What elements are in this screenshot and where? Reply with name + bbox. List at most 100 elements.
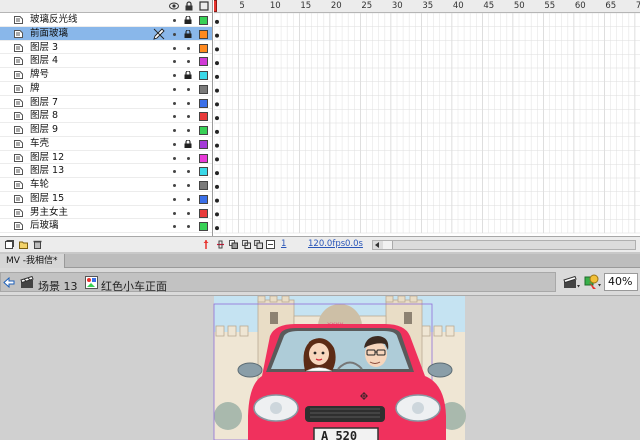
current-frame-field[interactable]: 1	[281, 239, 286, 249]
layer-row[interactable]: 牌号	[0, 68, 212, 82]
breadcrumb-symbol[interactable]: 红色小车正面	[101, 278, 167, 294]
layer-outline-color[interactable]	[199, 29, 208, 39]
visibility-toggle[interactable]	[173, 19, 176, 22]
lock-toggle[interactable]	[187, 115, 190, 119]
layer-name[interactable]: 牌号	[30, 68, 49, 82]
lock-toggle[interactable]	[187, 60, 190, 64]
frame-row[interactable]	[214, 54, 640, 68]
keyframe[interactable]	[215, 226, 219, 231]
visibility-toggle[interactable]	[173, 87, 176, 91]
new-folder-icon[interactable]	[19, 240, 28, 249]
new-layer-icon[interactable]	[5, 240, 14, 249]
layer-outline-color[interactable]	[199, 98, 208, 108]
layer-outline-color[interactable]	[199, 167, 208, 177]
onion-skin-outlines-icon[interactable]	[242, 240, 251, 249]
outline-all-icon[interactable]	[199, 1, 209, 11]
keyframe[interactable]	[215, 19, 219, 24]
layer-outline-color[interactable]	[199, 208, 208, 218]
visibility-toggle[interactable]	[173, 156, 176, 160]
elapsed-time-field[interactable]: 0.0s	[345, 239, 363, 249]
scroll-left-icon[interactable]	[374, 242, 380, 248]
visibility-toggle[interactable]	[173, 225, 176, 229]
lock-toggle[interactable]	[187, 129, 190, 132]
keyframe[interactable]	[215, 157, 219, 162]
layer-name[interactable]: 图层 15	[30, 192, 64, 206]
frame-row[interactable]	[214, 205, 640, 220]
layer-outline-color[interactable]	[199, 222, 208, 232]
frame-row[interactable]	[214, 68, 640, 82]
lock-toggle[interactable]	[187, 225, 190, 229]
visibility-toggle[interactable]	[173, 74, 176, 77]
layer-outline-color[interactable]	[199, 57, 208, 67]
layer-row[interactable]: 图层 9	[0, 123, 212, 137]
center-frame-icon[interactable]	[216, 240, 225, 249]
onion-skin-icon[interactable]	[229, 240, 238, 249]
layer-outline-color[interactable]	[199, 71, 208, 80]
frames-panel[interactable]: 5 10 15 20 25 30 35 40 45 50 55 60 65 70 1	[214, 0, 640, 236]
keyframe[interactable]	[215, 184, 219, 189]
stage[interactable]: XXXX	[0, 296, 640, 440]
layer-row[interactable]: 男主女主	[0, 206, 212, 220]
lock-toggle[interactable]	[187, 101, 190, 105]
frame-row[interactable]	[214, 26, 640, 41]
frame-row[interactable]	[214, 81, 640, 96]
layer-outline-color[interactable]	[199, 16, 208, 25]
lock-toggle[interactable]	[187, 87, 190, 91]
layer-row[interactable]: 图层 15	[0, 192, 212, 206]
lock-icon[interactable]	[184, 29, 192, 38]
scrollbar-thumb[interactable]	[383, 241, 393, 249]
lock-toggle[interactable]	[187, 197, 190, 201]
keyframe[interactable]	[215, 88, 219, 93]
visibility-toggle[interactable]	[173, 115, 176, 119]
layer-name[interactable]: 前面玻璃	[30, 27, 68, 41]
playhead[interactable]: 1	[214, 0, 217, 12]
layer-name[interactable]: 玻璃反光线	[30, 13, 78, 27]
lock-all-icon[interactable]	[184, 1, 194, 11]
layer-name[interactable]: 牌	[30, 82, 40, 96]
back-arrow-icon[interactable]	[3, 277, 15, 288]
layer-name[interactable]: 图层 3	[30, 41, 58, 55]
layer-name[interactable]: 图层 4	[30, 54, 58, 68]
keyframe[interactable]	[215, 129, 219, 134]
keyframe[interactable]	[215, 47, 219, 52]
keyframe[interactable]	[215, 143, 219, 148]
stage-canvas[interactable]: XXXX	[0, 296, 640, 440]
layer-row[interactable]: 图层 7	[0, 96, 212, 110]
frame-row[interactable]	[214, 40, 640, 55]
visibility-toggle[interactable]	[173, 60, 176, 64]
visibility-toggle[interactable]	[173, 197, 176, 201]
lock-icon[interactable]	[184, 71, 192, 79]
layer-outline-color[interactable]	[199, 139, 208, 149]
frame-rate-field[interactable]: 120.0fps	[308, 239, 345, 249]
layer-row[interactable]: 牌	[0, 82, 212, 96]
frame-row[interactable]	[214, 178, 640, 192]
keyframe[interactable]	[215, 33, 219, 38]
layer-name[interactable]: 图层 8	[30, 109, 58, 123]
layer-outline-color[interactable]	[199, 126, 208, 135]
visibility-toggle[interactable]	[173, 32, 176, 36]
layer-outline-color[interactable]	[199, 153, 208, 163]
visibility-toggle[interactable]	[173, 184, 176, 187]
layer-row[interactable]: 玻璃反光线	[0, 13, 212, 27]
keyframe[interactable]	[215, 171, 219, 176]
layer-row[interactable]: 车壳	[0, 137, 212, 151]
layer-name[interactable]: 图层 13	[30, 164, 64, 178]
visibility-toggle[interactable]	[173, 142, 176, 146]
layer-row[interactable]: 图层 12	[0, 151, 212, 165]
delete-layer-icon[interactable]	[33, 240, 42, 249]
layer-name[interactable]: 男主女主	[30, 206, 68, 220]
document-tab[interactable]: MV -我相信*	[0, 254, 65, 268]
layer-row[interactable]: 图层 13	[0, 164, 212, 178]
lock-toggle[interactable]	[187, 170, 190, 174]
layer-outline-color[interactable]	[199, 84, 208, 94]
layer-name[interactable]: 后玻璃	[30, 219, 59, 233]
frame-row[interactable]	[214, 109, 640, 123]
layer-name[interactable]: 图层 12	[30, 151, 64, 165]
timeline-horizontal-scrollbar[interactable]	[372, 240, 636, 250]
keyframe[interactable]	[215, 116, 219, 121]
lock-icon[interactable]	[184, 16, 192, 24]
layer-row[interactable]: 图层 8	[0, 109, 212, 123]
layer-name[interactable]: 车轮	[30, 178, 49, 192]
lock-toggle[interactable]	[187, 211, 190, 215]
edit-symbols-icon[interactable]	[584, 273, 602, 290]
